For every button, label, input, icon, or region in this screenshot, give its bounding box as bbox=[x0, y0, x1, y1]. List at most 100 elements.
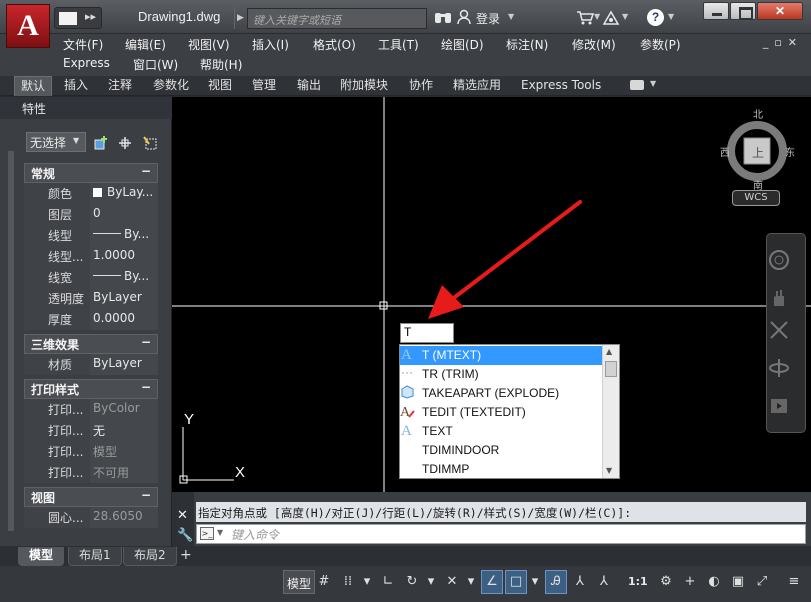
autocomplete-item[interactable]: TDIMMP bbox=[400, 460, 604, 479]
tab-collaborate[interactable]: 协作 bbox=[403, 76, 439, 96]
annotation-scale-value[interactable]: 1:1 bbox=[628, 575, 648, 588]
collapse-icon[interactable]: − bbox=[141, 380, 151, 394]
property-row[interactable]: 图层 0 bbox=[24, 204, 158, 225]
viewcube[interactable]: 北 西 东 南 上 bbox=[720, 105, 795, 195]
property-row[interactable]: 线型... 1.0000 bbox=[24, 246, 158, 267]
property-row[interactable]: 透明度 ByLayer bbox=[24, 288, 158, 309]
autocomplete-item[interactable]: A TEXT bbox=[400, 422, 604, 441]
collapse-icon[interactable]: − bbox=[141, 335, 151, 349]
annotation-monitor-icon[interactable]: + bbox=[679, 570, 701, 594]
autocomplete-item[interactable]: A TEDIT (TEXTEDIT) bbox=[400, 403, 604, 422]
annotation-visibility-icon[interactable]: Ꭿ bbox=[545, 570, 567, 594]
command-input[interactable]: 键入命令 bbox=[231, 526, 279, 543]
property-row[interactable]: 圆心... 28.6050 bbox=[24, 507, 158, 528]
property-value[interactable]: By... bbox=[90, 267, 158, 288]
user-icon[interactable] bbox=[456, 9, 472, 25]
grid-icon[interactable]: # bbox=[313, 570, 335, 594]
recent-commands-icon[interactable]: >_ bbox=[200, 527, 214, 540]
section-plot-style[interactable]: 打印样式 − bbox=[24, 379, 158, 399]
property-row[interactable]: 线型 By... bbox=[24, 225, 158, 246]
section-general[interactable]: 常规 − bbox=[24, 163, 158, 183]
polar-tracking-icon[interactable]: ↻ bbox=[401, 570, 423, 594]
chevron-down-icon[interactable]: ▼ bbox=[217, 528, 223, 537]
property-row[interactable]: 打印... 不可用 bbox=[24, 462, 158, 483]
tab-manage[interactable]: 管理 bbox=[246, 76, 282, 96]
snap-mode-icon[interactable]: ⁞⁞ bbox=[337, 570, 359, 594]
palette-grip[interactable] bbox=[8, 151, 14, 531]
zoom-extents-icon[interactable] bbox=[767, 318, 791, 342]
autocomplete-item[interactable]: TDIMINDOOR bbox=[400, 441, 604, 460]
menu-tools[interactable]: 工具(T) bbox=[378, 36, 419, 53]
binoculars-icon[interactable] bbox=[434, 9, 452, 25]
menu-dimension[interactable]: 标注(N) bbox=[506, 36, 548, 53]
drawing-canvas[interactable]: Y X 北 西 东 南 上 WCS T A T (MTEXT) TR (TRIM… bbox=[172, 97, 811, 492]
scroll-thumb[interactable] bbox=[605, 361, 617, 377]
tab-output[interactable]: 输出 bbox=[291, 76, 327, 96]
menu-window[interactable]: 窗口(W) bbox=[133, 56, 178, 73]
scroll-up-icon[interactable]: ▲ bbox=[606, 347, 612, 356]
isolate-objects-icon[interactable]: ◐ bbox=[703, 570, 725, 594]
tab-featured-apps[interactable]: 精选应用 bbox=[447, 76, 507, 96]
menu-express[interactable]: Express bbox=[63, 56, 110, 70]
steering-wheel-icon[interactable] bbox=[767, 248, 791, 272]
compass-north[interactable]: 北 bbox=[753, 106, 763, 121]
object-snap-tracking-icon[interactable]: ∠ bbox=[481, 570, 503, 594]
tab-default[interactable]: 默认 bbox=[14, 76, 53, 96]
tab-layout1[interactable]: 布局1 bbox=[68, 547, 122, 566]
search-expand-icon[interactable]: ▶ bbox=[234, 7, 246, 29]
property-value[interactable]: ByLayer bbox=[90, 288, 158, 309]
document-window-controls[interactable]: _▫✕ bbox=[763, 36, 803, 49]
help-icon[interactable]: ? bbox=[647, 9, 664, 26]
menu-modify[interactable]: 修改(M) bbox=[572, 36, 616, 53]
tab-layout2[interactable]: 布局2 bbox=[123, 547, 177, 566]
chevron-down-icon[interactable]: ▼ bbox=[668, 12, 674, 21]
annotation-scale-icon[interactable]: ⅄ bbox=[593, 570, 615, 594]
property-value[interactable]: ByLayer bbox=[90, 354, 158, 375]
chevron-down-icon[interactable]: ▼ bbox=[73, 136, 79, 145]
menu-draw[interactable]: 绘图(D) bbox=[441, 36, 484, 53]
cart-icon[interactable] bbox=[576, 10, 594, 26]
compass-east[interactable]: 东 bbox=[785, 144, 795, 159]
menu-view[interactable]: 视图(V) bbox=[188, 36, 230, 53]
command-input-row[interactable]: >_ ▼ 键入命令 bbox=[196, 524, 806, 544]
chevron-down-icon[interactable]: ▾ bbox=[361, 570, 373, 594]
menu-help[interactable]: 帮助(H) bbox=[200, 56, 242, 73]
command-line-grip[interactable]: ✕ 🔧 bbox=[172, 492, 194, 546]
menu-file[interactable]: 文件(F) bbox=[63, 36, 103, 53]
orbit-icon[interactable] bbox=[767, 356, 791, 380]
property-row[interactable]: 打印... 模型 bbox=[24, 441, 158, 462]
add-layout-button[interactable]: + bbox=[180, 547, 192, 563]
tab-annotate[interactable]: 注释 bbox=[102, 76, 138, 96]
compass-west[interactable]: 西 bbox=[720, 144, 730, 159]
maximize-button[interactable] bbox=[730, 2, 756, 20]
application-menu-button[interactable]: A bbox=[6, 4, 50, 48]
property-value[interactable]: 1.0000 bbox=[90, 246, 158, 267]
property-row[interactable]: 线宽 By... bbox=[24, 267, 158, 288]
menu-parametric[interactable]: 参数(P) bbox=[640, 36, 681, 53]
toggle-pickadd-icon[interactable] bbox=[94, 135, 110, 151]
model-space-button[interactable]: 模型 bbox=[283, 570, 316, 594]
property-row[interactable]: 打印... ByColor bbox=[24, 399, 158, 420]
ribbon-minimize-icon[interactable] bbox=[630, 80, 644, 90]
workspace-gear-icon[interactable]: ⚙ bbox=[655, 570, 677, 594]
property-value[interactable]: ByLay... bbox=[90, 183, 158, 204]
collapse-icon[interactable]: − bbox=[141, 164, 151, 178]
tab-express-tools[interactable]: Express Tools bbox=[515, 76, 607, 96]
property-row[interactable]: 颜色 ByLay... bbox=[24, 183, 158, 204]
infer-constraints-icon[interactable]: ∟ bbox=[377, 570, 399, 594]
pan-icon[interactable] bbox=[767, 286, 791, 310]
tab-model[interactable]: 模型 bbox=[18, 547, 65, 566]
chevron-down-icon[interactable]: ▾ bbox=[425, 570, 437, 594]
clean-screen-icon[interactable]: ⤢ bbox=[751, 570, 773, 594]
autocomplete-scrollbar[interactable]: ▲ ▼ bbox=[602, 345, 619, 478]
object-snap-icon[interactable]: □ bbox=[505, 570, 527, 594]
select-objects-icon[interactable] bbox=[117, 135, 133, 151]
chevron-down-icon[interactable]: ▼ bbox=[508, 12, 514, 21]
isodraft-icon[interactable]: ✕ bbox=[441, 570, 463, 594]
chevron-down-icon[interactable]: ▼ bbox=[622, 12, 628, 21]
property-value[interactable]: 无 bbox=[90, 420, 158, 441]
section-3d-effects[interactable]: 三维效果 − bbox=[24, 334, 158, 354]
tab-view[interactable]: 视图 bbox=[202, 76, 238, 96]
customize-icon[interactable]: ≡ bbox=[783, 570, 805, 594]
close-button[interactable]: ✕ bbox=[757, 2, 803, 20]
